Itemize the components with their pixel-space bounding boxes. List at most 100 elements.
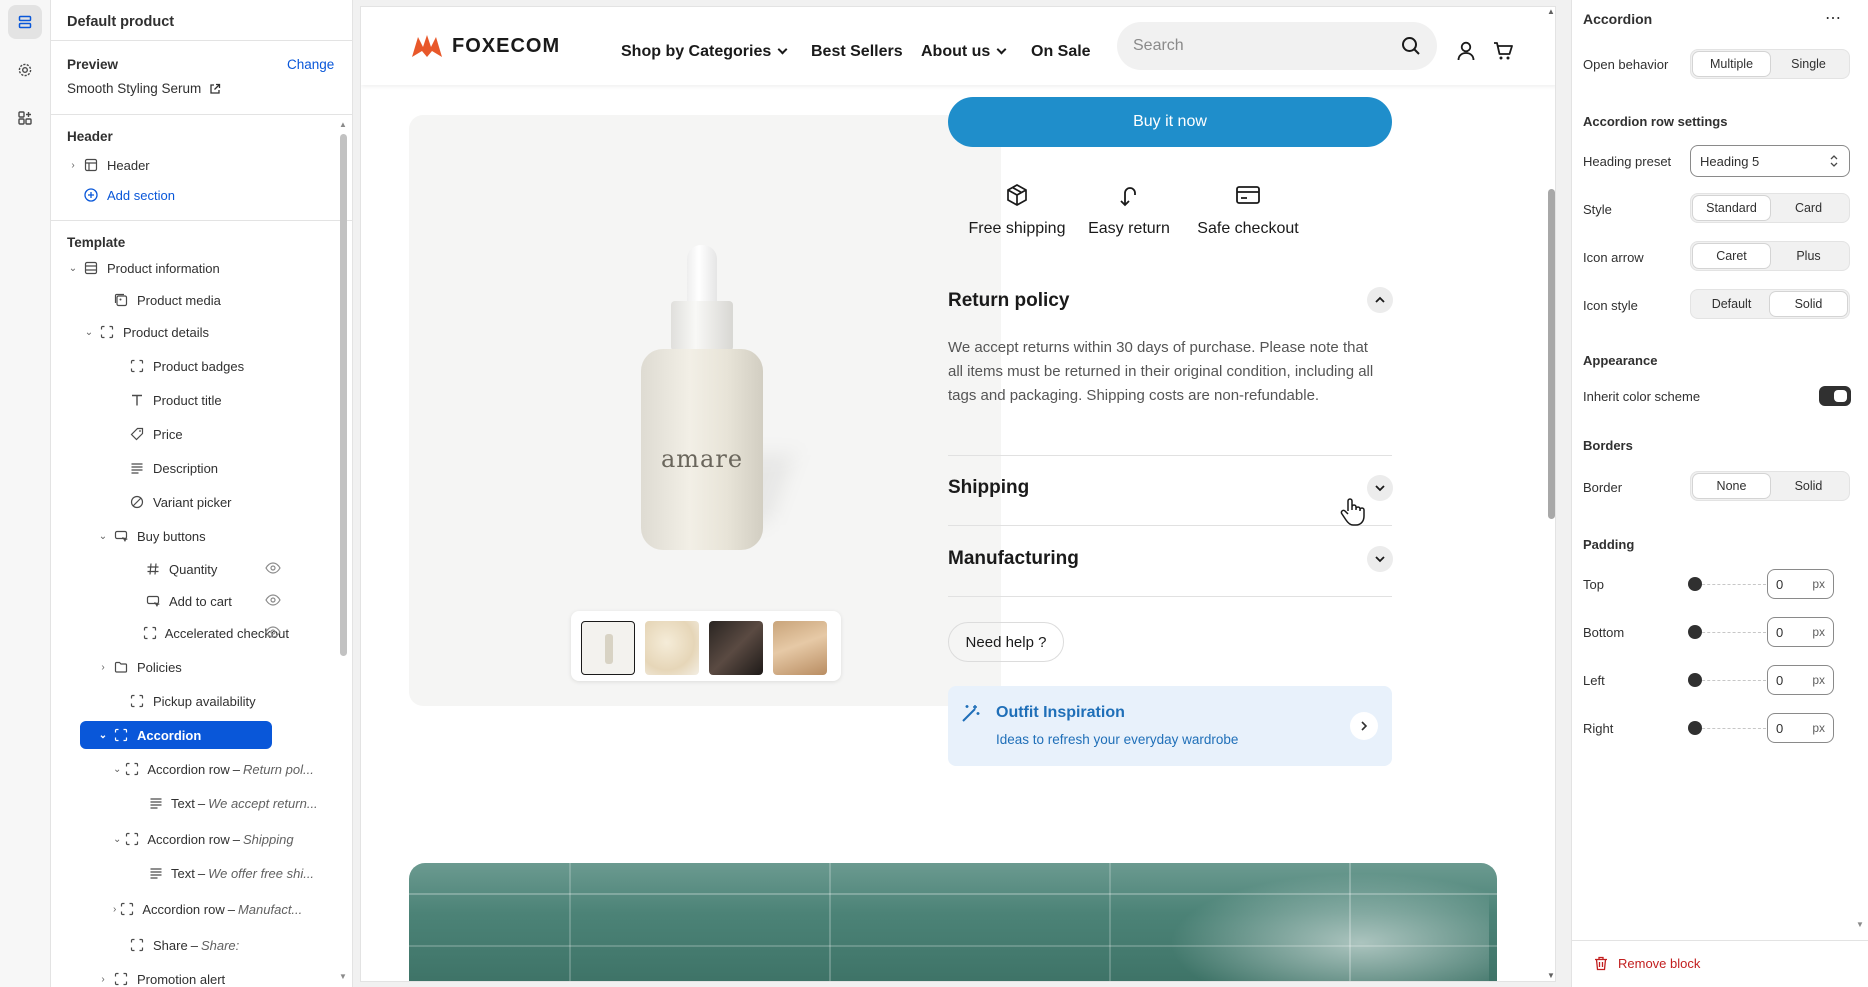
padding-left-slider[interactable] — [1692, 680, 1766, 682]
tree-item-product-information[interactable]: ⌄ Product information — [67, 254, 289, 282]
eye-icon[interactable] — [265, 594, 281, 608]
scroll-down-arrow[interactable]: ▼ — [1856, 920, 1864, 929]
inherit-color-toggle[interactable] — [1819, 386, 1851, 406]
store-search-input[interactable]: Search — [1117, 22, 1437, 70]
padding-top-input[interactable]: 0 px — [1767, 569, 1834, 599]
tree-item-share[interactable]: Share – Share: — [113, 931, 289, 959]
thumbnail-4[interactable] — [773, 621, 827, 675]
chevron-right-icon[interactable]: › — [67, 160, 79, 171]
slider-handle[interactable] — [1688, 673, 1702, 687]
chevron-up-icon[interactable] — [1367, 287, 1393, 313]
product-image[interactable]: amare — [641, 245, 794, 550]
option-standard[interactable]: Standard — [1693, 196, 1770, 220]
scroll-down-arrow[interactable]: ▼ — [339, 972, 347, 981]
apps-icon[interactable] — [8, 101, 42, 135]
accordion-title-manufacturing[interactable]: Manufacturing — [948, 548, 1079, 570]
nav-about-us[interactable]: About us — [921, 43, 1007, 61]
chevron-right-icon[interactable] — [1350, 712, 1378, 740]
nav-shop-by-categories[interactable]: Shop by Categories — [621, 43, 788, 61]
option-card[interactable]: Card — [1770, 196, 1847, 220]
store-logo[interactable]: FOXECOM — [410, 33, 560, 59]
thumbnail-3[interactable] — [709, 621, 763, 675]
heading-preset-select[interactable]: Heading 5 — [1690, 145, 1850, 177]
tree-item-product-media[interactable]: Product media — [97, 286, 289, 314]
chevron-down-icon[interactable]: ⌄ — [67, 263, 79, 274]
tree-item-accordion[interactable]: ⌄ Accordion — [97, 721, 289, 749]
text-lines-icon — [129, 460, 145, 476]
settings-gear-icon[interactable] — [8, 53, 42, 87]
scroll-down-arrow[interactable]: ▼ — [1547, 971, 1555, 980]
option-default[interactable]: Default — [1693, 292, 1770, 316]
option-plus[interactable]: Plus — [1770, 244, 1847, 268]
buy-it-now-button[interactable]: Buy it now — [948, 97, 1392, 147]
chevron-down-icon[interactable]: ⌄ — [97, 531, 109, 542]
need-help-button[interactable]: Need help ? — [948, 622, 1064, 662]
chevron-right-icon[interactable]: › — [97, 662, 109, 673]
tree-item-buy-buttons[interactable]: ⌄ Buy buttons — [97, 522, 289, 550]
thumbnail-2[interactable] — [645, 621, 699, 675]
tree-item-pickup-availability[interactable]: Pickup availability — [113, 687, 289, 715]
padding-right-slider[interactable] — [1692, 728, 1766, 730]
tree-item-product-badges[interactable]: Product badges — [113, 352, 289, 380]
tree-item-accordion-row[interactable]: ⌄ Accordion row – Shipping — [113, 825, 294, 853]
accordion-title-return-policy[interactable]: Return policy — [948, 290, 1069, 312]
padding-bottom-input[interactable]: 0 px — [1767, 617, 1834, 647]
chevron-right-icon[interactable]: › — [97, 974, 109, 985]
tree-item-text[interactable]: Text – We accept return... — [145, 789, 318, 817]
padding-left-input[interactable]: 0 px — [1767, 665, 1834, 695]
tree-item-text[interactable]: Text – We offer free shi... — [145, 859, 314, 887]
outfit-inspiration-banner[interactable]: Outfit Inspiration Ideas to refresh your… — [948, 686, 1392, 766]
tree-item-header[interactable]: › Header — [67, 151, 149, 179]
chevron-down-icon[interactable] — [1367, 475, 1393, 501]
tree-item-accelerated-checkout[interactable]: Accelerated checkout — [129, 619, 289, 647]
nav-on-sale[interactable]: On Sale — [1031, 43, 1091, 61]
tree-item-accordion-row[interactable]: ⌄ Accordion row – Return pol... — [113, 755, 314, 783]
scroll-up-arrow[interactable]: ▲ — [1547, 7, 1555, 16]
tree-item-accordion-row[interactable]: › Accordion row – Manufact... — [113, 895, 302, 923]
option-none[interactable]: None — [1693, 474, 1770, 498]
tree-item-add-to-cart[interactable]: Add to cart — [129, 587, 289, 615]
chevron-down-icon[interactable]: ⌄ — [97, 730, 109, 741]
preview-product[interactable]: Smooth Styling Serum — [67, 81, 221, 96]
tree-item-policies[interactable]: › Policies — [97, 653, 289, 681]
tree-item-product-title[interactable]: Product title — [113, 386, 289, 414]
chevron-right-icon[interactable]: › — [113, 904, 116, 915]
remove-block-button[interactable]: Remove block — [1594, 956, 1700, 971]
chevron-down-icon[interactable] — [1367, 546, 1393, 572]
tree-item-quantity[interactable]: Quantity — [129, 555, 289, 583]
chevron-down-icon[interactable]: ⌄ — [113, 764, 121, 775]
slider-handle[interactable] — [1688, 625, 1702, 639]
option-single[interactable]: Single — [1770, 52, 1847, 76]
more-options-icon[interactable]: ⋯ — [1825, 8, 1842, 28]
account-icon[interactable] — [1457, 41, 1475, 66]
nav-best-sellers[interactable]: Best Sellers — [811, 43, 903, 61]
tree-item-description[interactable]: Description — [113, 454, 289, 482]
sections-icon[interactable] — [8, 5, 42, 39]
chevron-down-icon[interactable]: ⌄ — [113, 834, 121, 845]
tree-item-promotion-alert[interactable]: › Promotion alert — [97, 965, 289, 987]
tree-item-price[interactable]: Price — [113, 420, 289, 448]
scroll-up-arrow[interactable]: ▲ — [339, 120, 347, 129]
padding-top-slider[interactable] — [1692, 584, 1766, 586]
tree-item-product-details[interactable]: ⌄ Product details — [83, 318, 289, 346]
eye-icon[interactable] — [265, 626, 281, 640]
chevron-down-icon[interactable]: ⌄ — [83, 327, 95, 338]
option-solid[interactable]: Solid — [1770, 474, 1847, 498]
padding-bottom-slider[interactable] — [1692, 632, 1766, 634]
padding-right-input[interactable]: 0 px — [1767, 713, 1834, 743]
search-icon[interactable] — [1401, 36, 1421, 61]
accordion-title-shipping[interactable]: Shipping — [948, 477, 1029, 499]
sidebar-scrollbar[interactable] — [340, 134, 347, 656]
thumbnail-1[interactable] — [581, 621, 635, 675]
slider-handle[interactable] — [1688, 577, 1702, 591]
option-caret[interactable]: Caret — [1693, 244, 1770, 268]
change-link[interactable]: Change — [287, 57, 334, 72]
slider-handle[interactable] — [1688, 721, 1702, 735]
tree-item-variant-picker[interactable]: Variant picker — [113, 488, 289, 516]
option-multiple[interactable]: Multiple — [1693, 52, 1770, 76]
canvas-scrollbar[interactable] — [1548, 189, 1555, 519]
option-solid[interactable]: Solid — [1770, 292, 1847, 316]
cart-icon[interactable] — [1493, 41, 1513, 66]
eye-icon[interactable] — [265, 562, 281, 576]
add-section-button[interactable]: Add section — [83, 181, 175, 209]
